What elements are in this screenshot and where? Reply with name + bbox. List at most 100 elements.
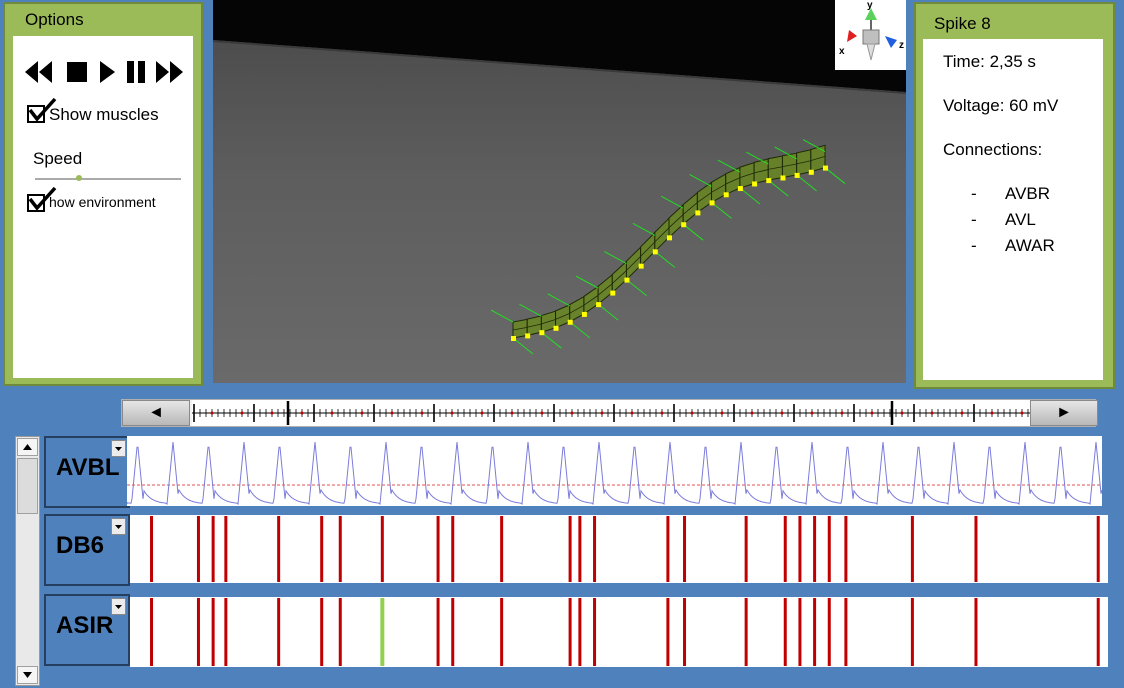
arrow-right-icon: ►	[1056, 404, 1072, 421]
spike-raster	[150, 598, 1100, 666]
pause-button[interactable]	[127, 61, 145, 83]
arrow-down-icon	[23, 672, 32, 678]
force-line	[689, 173, 712, 187]
3d-viewport[interactable]: y x z	[213, 0, 906, 383]
timeline-spike-marker	[930, 411, 934, 415]
options-panel: Options Show muscles Speed how environme…	[3, 2, 203, 386]
spike-time: Time: 2,35 s	[943, 52, 1036, 71]
muscle-marker	[567, 319, 573, 325]
timeline-spike-marker	[690, 411, 694, 415]
timeline-scrollbar[interactable]: ◄ ►	[121, 399, 1098, 427]
neuron-name: DB6	[56, 532, 105, 559]
timeline-spike-marker	[780, 411, 784, 415]
speed-slider[interactable]	[35, 175, 181, 181]
x-axis-label: x	[839, 46, 845, 57]
muscle-marker	[794, 172, 800, 178]
timeline-spike-marker	[450, 411, 454, 415]
muscle-marker	[581, 311, 587, 317]
muscle-marker	[766, 178, 772, 184]
muscle-marker	[667, 235, 672, 241]
neuron-dropdown-button[interactable]	[111, 518, 126, 535]
timeline-spike-marker	[210, 411, 214, 415]
timeline-spike-marker	[840, 411, 844, 415]
force-line	[626, 279, 647, 296]
timeline-spike-marker	[870, 411, 874, 415]
connection-dash: -	[971, 184, 977, 203]
fast-forward-button[interactable]	[156, 61, 183, 83]
muscle-marker	[723, 192, 729, 198]
timeline-spike-marker	[300, 411, 304, 415]
muscle-marker	[525, 333, 531, 339]
neuron-list-scrollbar[interactable]	[15, 436, 40, 686]
connection-dash: -	[971, 236, 977, 255]
neuron-label-avbl[interactable]: AVBL	[44, 436, 130, 508]
chevron-down-icon	[115, 524, 122, 529]
timeline-spike-marker	[1020, 411, 1024, 415]
spike-voltage: Voltage: 60 mV	[943, 96, 1059, 115]
timeline-right-button[interactable]: ►	[1030, 400, 1098, 426]
scroll-up-button[interactable]	[17, 438, 38, 456]
timeline-left-button[interactable]: ◄	[122, 400, 190, 426]
connection-dash: -	[971, 210, 977, 229]
connection-name: AWAR	[1005, 236, 1055, 255]
y-axis-label: y	[867, 0, 873, 11]
muscle-marker	[823, 165, 828, 171]
neuron-dropdown-button[interactable]	[111, 598, 126, 615]
speed-label: Speed	[33, 149, 83, 168]
playback-controls	[23, 58, 188, 88]
neuron-name: ASIR	[56, 612, 114, 639]
neuron-label-asir[interactable]: ASIR	[44, 594, 130, 666]
timeline-spike-marker	[600, 411, 604, 415]
timeline-spike-marker	[270, 411, 274, 415]
voltage-trace-panel[interactable]	[126, 436, 1103, 506]
muscle-marker	[808, 169, 814, 175]
options-title: Options	[25, 10, 84, 29]
worm-scene	[213, 0, 906, 355]
timeline-spike-marker	[990, 411, 994, 415]
timeline-spike-marker	[570, 411, 574, 415]
muscle-marker	[681, 222, 687, 228]
force-line	[569, 321, 591, 339]
muscle-marker	[553, 325, 559, 331]
z-axis-label: z	[899, 40, 904, 51]
spike-raster	[150, 516, 1100, 582]
timeline-spike-marker	[330, 411, 334, 415]
scrollbar-thumb[interactable]	[17, 458, 38, 514]
z-axis-arrow-icon	[885, 36, 897, 48]
neuron-label-db6[interactable]: DB6	[44, 514, 130, 586]
show-muscles-label: Show muscles	[49, 105, 159, 124]
force-line	[632, 222, 656, 236]
play-button[interactable]	[100, 61, 115, 83]
timeline-spike-marker	[390, 411, 394, 415]
muscle-marker	[511, 336, 516, 341]
spike-panel: Spike 8 Time: 2,35 s Voltage: 60 mV Conn…	[914, 2, 1115, 389]
x-axis-arrow-icon	[847, 30, 857, 42]
timeline-ticks	[192, 401, 1032, 425]
timeline-track[interactable]	[192, 400, 1032, 426]
timeline-spike-marker	[660, 411, 664, 415]
muscle-marker	[737, 186, 743, 192]
scroll-down-button[interactable]	[17, 666, 38, 684]
axis-gizmo[interactable]: y x z	[835, 0, 906, 70]
spike-raster-panel[interactable]	[130, 515, 1108, 583]
stop-button[interactable]	[67, 62, 87, 82]
arrow-left-icon: ◄	[148, 404, 164, 421]
timeline-spike-marker	[540, 411, 544, 415]
force-line	[717, 159, 741, 173]
options-body: Show muscles Speed how environment	[13, 36, 193, 378]
timeline-spike-marker	[960, 411, 964, 415]
chevron-down-icon	[115, 604, 122, 609]
force-line	[547, 293, 570, 307]
rewind-button[interactable]	[25, 61, 52, 83]
connection-name: AVBR	[1005, 184, 1051, 203]
timeline-spike-marker	[900, 411, 904, 415]
spike-details: Time: 2,35 s Voltage: 60 mV Connections:…	[923, 39, 1103, 380]
spike-raster-panel[interactable]	[130, 597, 1108, 667]
speed-slider-thumb[interactable]	[75, 175, 82, 181]
spike-title: Spike 8	[934, 14, 991, 33]
muscle-marker	[624, 277, 630, 283]
timeline-spike-marker	[360, 411, 364, 415]
muscle-marker	[695, 210, 701, 216]
neuron-dropdown-button[interactable]	[111, 440, 126, 457]
worm-model[interactable]	[490, 139, 846, 355]
